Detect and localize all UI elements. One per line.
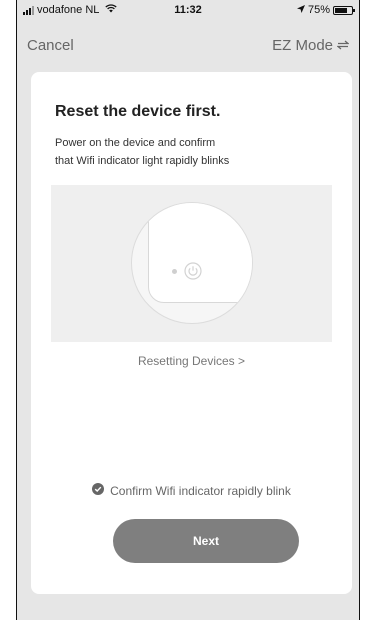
battery-icon: [333, 5, 355, 15]
phone-screen: vodafone NL 11:32 75% Cancel EZ Mode Res…: [16, 0, 360, 620]
location-arrow-icon: [296, 4, 305, 16]
ez-mode-label: EZ Mode: [272, 37, 333, 54]
next-button[interactable]: Next: [113, 519, 299, 563]
confirm-text: Confirm Wifi indicator rapidly blink: [110, 483, 291, 498]
confirm-checkbox-row[interactable]: Confirm Wifi indicator rapidly blink: [31, 483, 352, 498]
cancel-button[interactable]: Cancel: [27, 37, 74, 54]
check-circle-icon[interactable]: [92, 483, 105, 498]
status-right: 75%: [296, 4, 355, 16]
card-description: Power on the device and confirm that Wif…: [55, 134, 315, 170]
device-circle: [131, 202, 253, 324]
power-icon: [184, 262, 202, 285]
description-line-1: Power on the device and confirm: [55, 137, 216, 149]
indicator-dot: [172, 269, 177, 274]
battery-percent: 75%: [307, 4, 330, 16]
reset-card: Reset the device first. Power on the dev…: [31, 72, 352, 594]
switch-arrows-icon: [336, 37, 350, 54]
nav-bar: Cancel EZ Mode: [17, 32, 359, 60]
device-illustration: [51, 185, 332, 342]
battery-fill: [335, 7, 347, 13]
resetting-devices-link[interactable]: Resetting Devices >: [31, 354, 352, 368]
description-line-2: that Wifi indicator light rapidly blinks: [55, 155, 230, 167]
card-title: Reset the device first.: [55, 103, 221, 120]
device-body: [148, 203, 252, 303]
ez-mode-button[interactable]: EZ Mode: [272, 37, 350, 54]
status-bar: vodafone NL 11:32 75%: [17, 0, 359, 22]
